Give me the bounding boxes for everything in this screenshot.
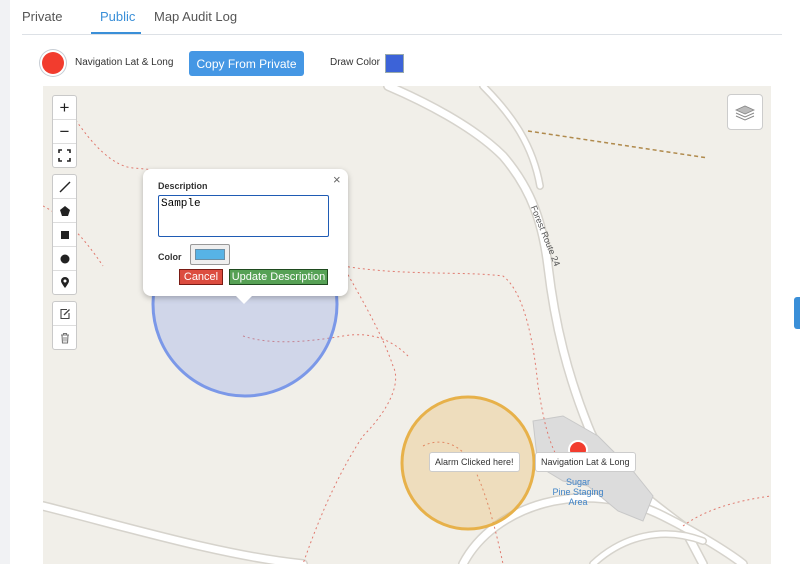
tab-private[interactable]: Private [22,9,62,24]
layers-button[interactable] [727,94,763,130]
polyline-icon [59,181,70,192]
draw-rectangle-button[interactable] [53,223,76,247]
copy-from-private-button[interactable]: Copy From Private [189,51,304,76]
edit-icon [59,308,70,319]
tab-public[interactable]: Public [100,9,135,24]
delete-layers-button[interactable] [53,326,76,349]
tab-map-audit-log[interactable]: Map Audit Log [154,9,237,24]
active-tab-indicator [91,32,141,34]
navigation-label: Navigation Lat & Long [75,57,174,68]
marker-icon [60,276,69,288]
tab-bar: Private Public Map Audit Log [22,0,782,35]
update-description-button[interactable]: Update Description [229,269,328,285]
alarm-tooltip: Alarm Clicked here! [429,452,520,472]
side-panel-toggle[interactable] [794,297,800,329]
map-tiles [43,86,771,564]
rectangle-icon [60,230,69,239]
color-label: Color [158,252,182,262]
description-textarea[interactable]: Sample [158,195,329,237]
fullscreen-button[interactable] [53,144,76,167]
popup-close-icon[interactable]: × [333,172,341,187]
cancel-button[interactable]: Cancel [179,269,223,285]
popup-tip [236,296,252,304]
draw-toolbar [52,174,77,295]
draw-polyline-button[interactable] [53,175,76,199]
zoom-out-button[interactable]: − [53,120,76,144]
polygon-icon [59,205,70,216]
circle-icon [60,254,69,263]
trash-icon [60,332,69,344]
draw-color-swatch[interactable] [385,54,404,73]
draw-color-label: Draw Color [330,57,381,68]
draw-marker-button[interactable] [53,271,76,294]
description-label: Description [158,181,208,191]
edit-toolbar [52,301,77,350]
poi-label: Sugar Pine Staging Area [552,477,604,507]
color-picker[interactable] [190,244,230,265]
layers-icon [735,105,755,121]
edit-layers-button[interactable] [53,302,76,326]
fullscreen-icon [58,149,71,162]
description-popup: × Description Sample Color Cancel Update… [143,169,348,304]
navigation-tooltip: Navigation Lat & Long [535,452,636,472]
draw-circle-button[interactable] [53,247,76,271]
draw-polygon-button[interactable] [53,199,76,223]
zoom-controls: + − [52,95,77,168]
map[interactable]: Forest Route 24 Sugar Pine Staging Area … [43,86,771,564]
zoom-in-button[interactable]: + [53,96,76,120]
color-picker-swatch [195,249,225,260]
navigation-marker-icon[interactable] [42,52,64,74]
